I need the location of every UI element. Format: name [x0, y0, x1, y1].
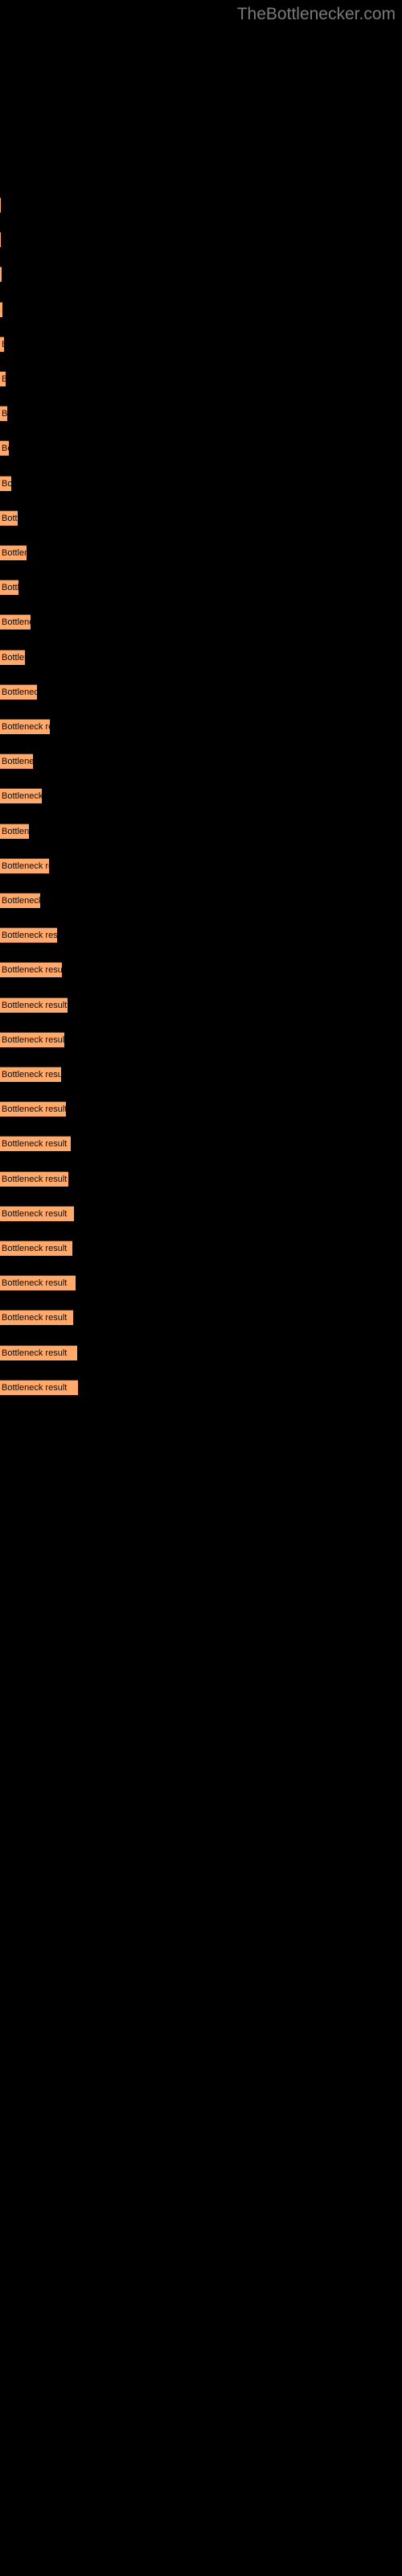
- bar-label: Bottleneck result: [2, 1208, 68, 1219]
- bar-label: Bottleneck result: [2, 861, 49, 871]
- bar[interactable]: Bottleneck result: [0, 510, 18, 526]
- bar-label: Bottleneck result: [2, 687, 37, 697]
- bar[interactable]: Bottleneck result: [0, 1344, 77, 1360]
- bar-label: Bottleneck result: [2, 583, 18, 593]
- bar-label: Bottleneck result: [2, 1034, 64, 1045]
- bar[interactable]: Bottleneck result: [0, 893, 40, 908]
- bar-label: Bottleneck result: [2, 757, 33, 767]
- bar[interactable]: Bottleneck result: [0, 788, 42, 804]
- bar[interactable]: Bottleneck result: [0, 962, 62, 978]
- bar[interactable]: Bottleneck result: [0, 232, 1, 248]
- bottleneck-bar-chart: Bottleneck result Bottleneck result Bottle…: [0, 0, 402, 2576]
- bar[interactable]: Bottleneck result: [0, 823, 29, 839]
- bar-label: Bottleneck result: [2, 617, 31, 628]
- bar-label: Bottleneck result: [2, 444, 9, 454]
- bar[interactable]: Bottleneck result: [0, 336, 4, 352]
- bar-label: Bottleneck result: [2, 896, 40, 906]
- bar-label: Bottleneck result: [2, 1278, 68, 1289]
- bar[interactable]: Bottleneck result: [0, 1275, 76, 1291]
- bar[interactable]: Bottleneck result: [0, 1170, 68, 1187]
- bar-label: Bottleneck result: [2, 409, 7, 419]
- bar-label: Bottleneck result: [2, 340, 4, 349]
- bar-label: Bottleneck result: [2, 826, 29, 836]
- bar-label: Bottleneck result: [2, 1139, 68, 1150]
- bar[interactable]: Bottleneck result: [0, 683, 37, 700]
- bar-label: Bottleneck result: [2, 1382, 68, 1393]
- bar[interactable]: Bottleneck result: [0, 1067, 61, 1082]
- bar-label: Bottleneck result: [2, 1174, 68, 1184]
- bar[interactable]: Bottleneck result: [0, 927, 57, 943]
- bar[interactable]: Bottleneck result: [0, 1205, 74, 1221]
- bar[interactable]: Bottleneck result: [0, 301, 2, 317]
- bar-label: Bottleneck result: [2, 513, 18, 523]
- bar[interactable]: Bottleneck result: [0, 440, 9, 456]
- bar-label: Bottleneck result: [2, 1313, 68, 1323]
- bar[interactable]: Bottleneck result: [0, 649, 25, 665]
- bar[interactable]: Bottleneck result: [0, 997, 68, 1013]
- bar-label: Bottleneck result: [2, 791, 42, 802]
- bar-label: Bottleneck result: [2, 931, 57, 941]
- bar-label: Bottleneck result: [2, 1104, 66, 1115]
- bar[interactable]: Bottleneck result: [0, 614, 31, 630]
- bar[interactable]: Bottleneck result: [0, 719, 50, 734]
- bar[interactable]: Bottleneck result: [0, 1241, 72, 1256]
- bar[interactable]: Bottleneck result: [0, 580, 18, 596]
- bar[interactable]: Bottleneck result: [0, 266, 2, 283]
- bar-label: Bottleneck result: [2, 652, 25, 663]
- bar-label: Bottleneck result: [2, 1348, 68, 1358]
- bar[interactable]: Bottleneck result: [0, 475, 11, 491]
- bar-label: Bottleneck result: [2, 1244, 68, 1253]
- bar[interactable]: Bottleneck result: [0, 545, 27, 560]
- bar[interactable]: Bottleneck result: [0, 857, 49, 873]
- bar-label: Bottleneck result: [2, 374, 6, 384]
- bar-label: Bottleneck result: [2, 965, 62, 976]
- bar[interactable]: Bottleneck result: [0, 753, 33, 770]
- bar[interactable]: Bottleneck result: [0, 406, 7, 422]
- bar[interactable]: Bottleneck result: [0, 197, 1, 213]
- bar-label: Bottleneck result: [2, 478, 11, 489]
- bar-label: Bottleneck result: [2, 722, 50, 732]
- bar[interactable]: Bottleneck result: [0, 1101, 66, 1117]
- bar[interactable]: Bottleneck result: [0, 1310, 73, 1326]
- bar[interactable]: Bottleneck result: [0, 1136, 71, 1152]
- bar-label: Bottleneck result: [2, 1000, 68, 1010]
- bar[interactable]: Bottleneck result: [0, 371, 6, 386]
- bar-label: Bottleneck result: [2, 548, 27, 558]
- bar[interactable]: Bottleneck result: [0, 1379, 78, 1395]
- bar-label: Bottleneck result: [2, 1070, 61, 1080]
- bar[interactable]: Bottleneck result: [0, 1031, 64, 1047]
